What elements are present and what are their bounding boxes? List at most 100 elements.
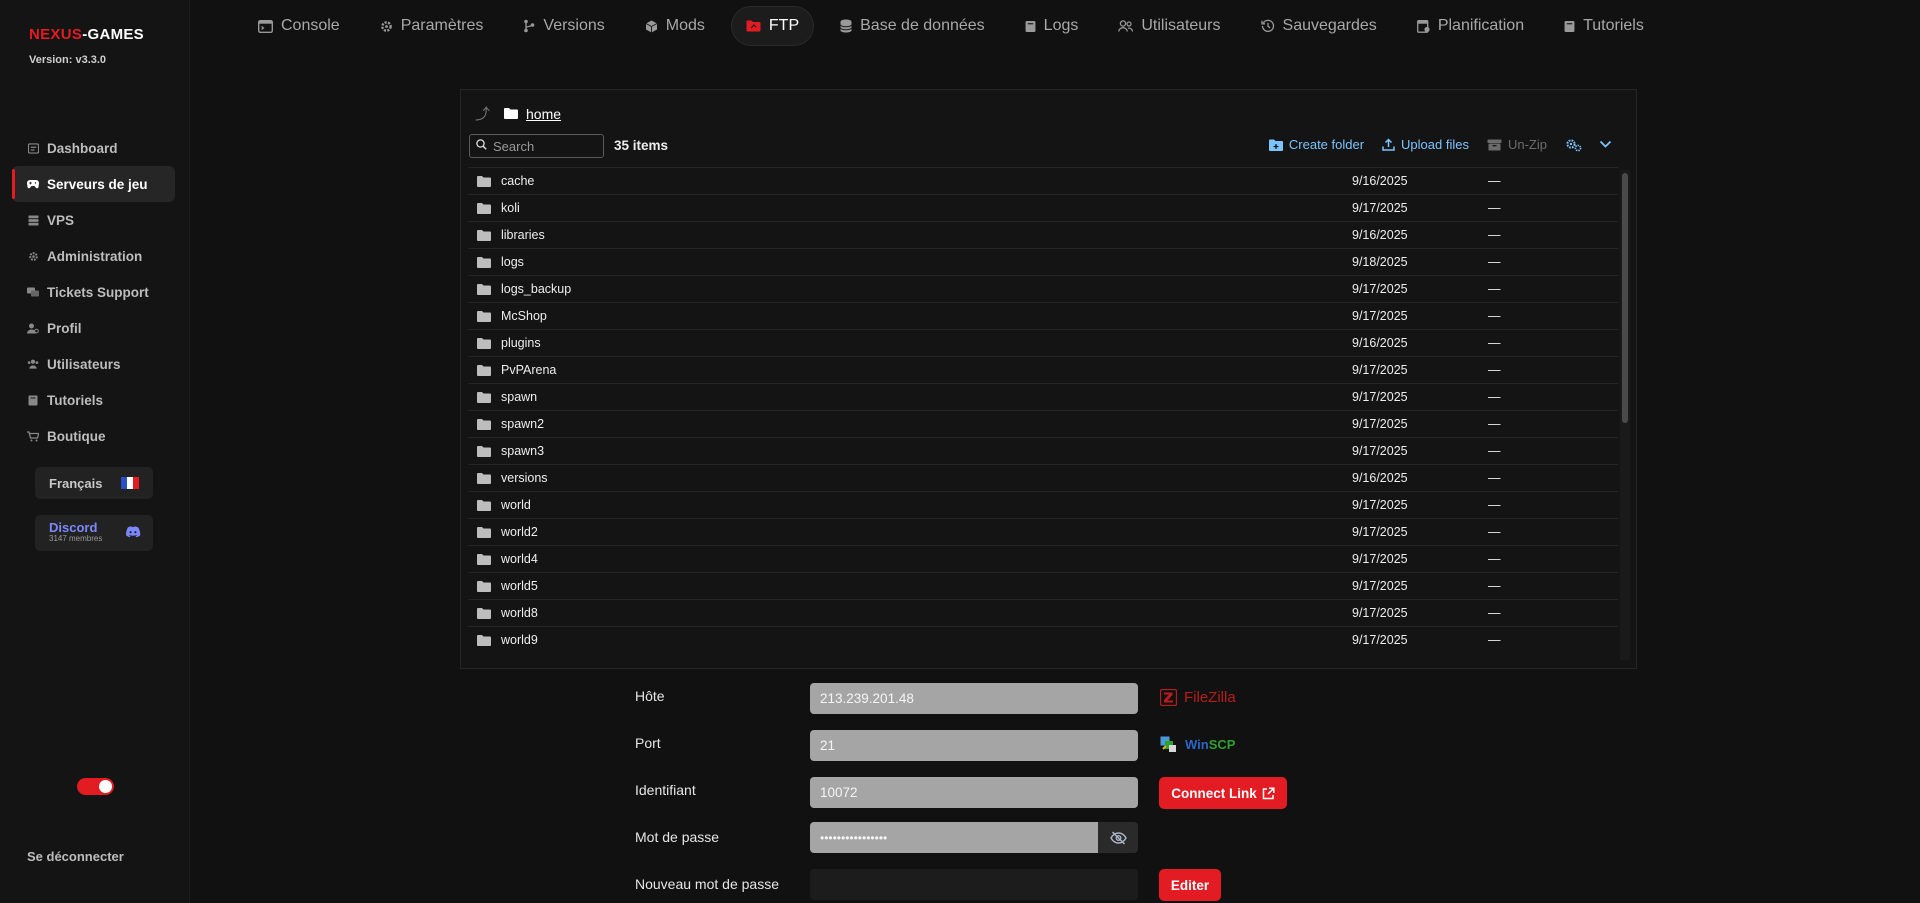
file-size: — xyxy=(1488,471,1501,485)
sidebar-item-tutoriels[interactable]: Tutoriels xyxy=(12,382,175,418)
breadcrumb-home[interactable]: home xyxy=(526,106,561,122)
table-row[interactable]: versions 9/16/2025 — xyxy=(468,464,1618,491)
tab-label: Tutoriels xyxy=(1583,17,1644,34)
tab-tutoriels[interactable]: Tutoriels xyxy=(1550,6,1658,46)
tab-label: Console xyxy=(281,17,340,34)
file-date: 9/16/2025 xyxy=(1352,471,1408,485)
username-field[interactable] xyxy=(810,777,1138,808)
upload-files-button[interactable]: Upload files xyxy=(1382,137,1469,152)
winscp-label-win: Win xyxy=(1185,737,1209,752)
file-date: 9/17/2025 xyxy=(1352,363,1408,377)
file-name: world9 xyxy=(501,633,538,647)
table-row[interactable]: spawn 9/17/2025 — xyxy=(468,383,1618,410)
port-field[interactable] xyxy=(810,730,1138,761)
file-list-scrollbar[interactable] xyxy=(1620,170,1630,660)
new-password-field[interactable] xyxy=(810,869,1138,900)
logout-link[interactable]: Se déconnecter xyxy=(27,849,124,864)
language-selector[interactable]: Français xyxy=(35,467,153,499)
file-date: 9/16/2025 xyxy=(1352,174,1408,188)
winscp-link[interactable]: Win SCP xyxy=(1160,736,1235,753)
tab-sauvegardes[interactable]: Sauvegardes xyxy=(1247,6,1391,46)
table-row[interactable]: world4 9/17/2025 — xyxy=(468,545,1618,572)
table-row[interactable]: world 9/17/2025 — xyxy=(468,491,1618,518)
database-icon xyxy=(840,19,853,33)
file-size: — xyxy=(1488,525,1501,539)
scrollbar-thumb[interactable] xyxy=(1622,173,1628,423)
sidebar-item-profil[interactable]: Profil xyxy=(12,310,175,346)
folder-icon xyxy=(477,634,491,646)
host-field[interactable] xyxy=(810,683,1138,714)
username-label: Identifiant xyxy=(635,782,696,798)
sidebar-item-dashboard[interactable]: Dashboard xyxy=(12,130,175,166)
parent-directory-icon[interactable]: ⤴ xyxy=(475,103,490,124)
tab-utilisateurs[interactable]: Utilisateurs xyxy=(1104,6,1234,46)
sidebar-item-vps[interactable]: VPS xyxy=(12,202,175,238)
tab-label: Logs xyxy=(1043,17,1079,34)
table-row[interactable]: world2 9/17/2025 — xyxy=(468,518,1618,545)
table-row[interactable]: logs_backup 9/17/2025 — xyxy=(468,275,1618,302)
tab-logs[interactable]: Logs xyxy=(1011,6,1093,46)
search-input[interactable] xyxy=(493,138,593,154)
file-date: 9/17/2025 xyxy=(1352,282,1408,296)
sidebar-item-administration[interactable]: Administration xyxy=(12,238,175,274)
file-size: — xyxy=(1488,363,1501,377)
eye-slash-icon xyxy=(1109,830,1127,845)
tab-console[interactable]: Console xyxy=(244,6,354,46)
logo-part-nexus: NEXUS xyxy=(29,26,83,43)
connect-link-button[interactable]: Connect Link xyxy=(1159,777,1287,809)
password-field[interactable] xyxy=(810,822,1099,853)
table-row[interactable]: plugins 9/16/2025 — xyxy=(468,329,1618,356)
file-search[interactable] xyxy=(469,134,604,158)
sidebar-item-utilisateurs[interactable]: Utilisateurs xyxy=(12,346,175,382)
table-row[interactable]: McShop 9/17/2025 — xyxy=(468,302,1618,329)
file-size: — xyxy=(1488,390,1501,404)
tab-planification[interactable]: Planification xyxy=(1403,6,1538,46)
sidebar-item-boutique[interactable]: Boutique xyxy=(12,418,175,454)
gamepad-icon xyxy=(27,178,39,190)
theme-toggle-knob xyxy=(99,780,112,793)
sidebar-item-label: Tutoriels xyxy=(47,392,104,408)
file-name: logs xyxy=(501,255,524,269)
table-row[interactable]: spawn2 9/17/2025 — xyxy=(468,410,1618,437)
table-row[interactable]: world8 9/17/2025 — xyxy=(468,599,1618,626)
table-row[interactable]: logs 9/18/2025 — xyxy=(468,248,1618,275)
expand-button[interactable] xyxy=(1599,140,1618,149)
unzip-button[interactable]: Un-Zip xyxy=(1487,137,1547,152)
table-row[interactable]: PvPArena 9/17/2025 — xyxy=(468,356,1618,383)
tab-base-de-donnees[interactable]: Base de données xyxy=(826,6,999,46)
table-row[interactable]: koli 9/17/2025 — xyxy=(468,194,1618,221)
tab-parametres[interactable]: Paramètres xyxy=(366,6,498,46)
tab-mods[interactable]: Mods xyxy=(631,6,719,46)
table-row[interactable]: libraries 9/16/2025 — xyxy=(468,221,1618,248)
create-folder-button[interactable]: Create folder xyxy=(1268,137,1364,152)
sidebar-item-tickets-support[interactable]: Tickets Support xyxy=(12,274,175,310)
toggle-password-visibility-button[interactable] xyxy=(1098,822,1138,853)
folder-icon xyxy=(477,256,491,268)
theme-toggle[interactable] xyxy=(77,778,114,795)
edit-password-button[interactable]: Editer xyxy=(1159,869,1221,901)
breadcrumb: ⤴ home xyxy=(475,103,561,124)
server-icon xyxy=(27,214,39,226)
table-row[interactable]: spawn3 9/17/2025 — xyxy=(468,437,1618,464)
logo[interactable]: NEXUS-GAMES xyxy=(29,26,144,43)
folder-icon xyxy=(504,106,519,122)
sidebar-item-serveurs-de-jeu[interactable]: Serveurs de jeu xyxy=(12,166,175,202)
cart-icon xyxy=(27,430,39,442)
tab-label: Versions xyxy=(543,17,605,34)
settings-button[interactable] xyxy=(1565,138,1589,152)
folder-icon xyxy=(477,499,491,511)
table-row[interactable]: cache 9/16/2025 — xyxy=(468,167,1618,194)
folder-icon xyxy=(477,175,491,187)
discord-button[interactable]: Discord 3147 membres xyxy=(35,515,153,551)
sidebar-item-label: Serveurs de jeu xyxy=(47,176,148,192)
edit-button-label: Editer xyxy=(1170,877,1210,893)
tab-ftp[interactable]: FTP xyxy=(730,6,815,46)
file-name: spawn2 xyxy=(501,417,545,431)
table-row[interactable]: world5 9/17/2025 — xyxy=(468,572,1618,599)
file-date: 9/17/2025 xyxy=(1352,498,1408,512)
filezilla-link[interactable]: FileZilla xyxy=(1160,689,1236,706)
tab-versions[interactable]: Versions xyxy=(509,6,618,46)
table-row[interactable]: world9 9/17/2025 — xyxy=(468,626,1618,653)
upload-files-label: Upload files xyxy=(1401,137,1469,152)
file-name: PvPArena xyxy=(501,363,557,377)
